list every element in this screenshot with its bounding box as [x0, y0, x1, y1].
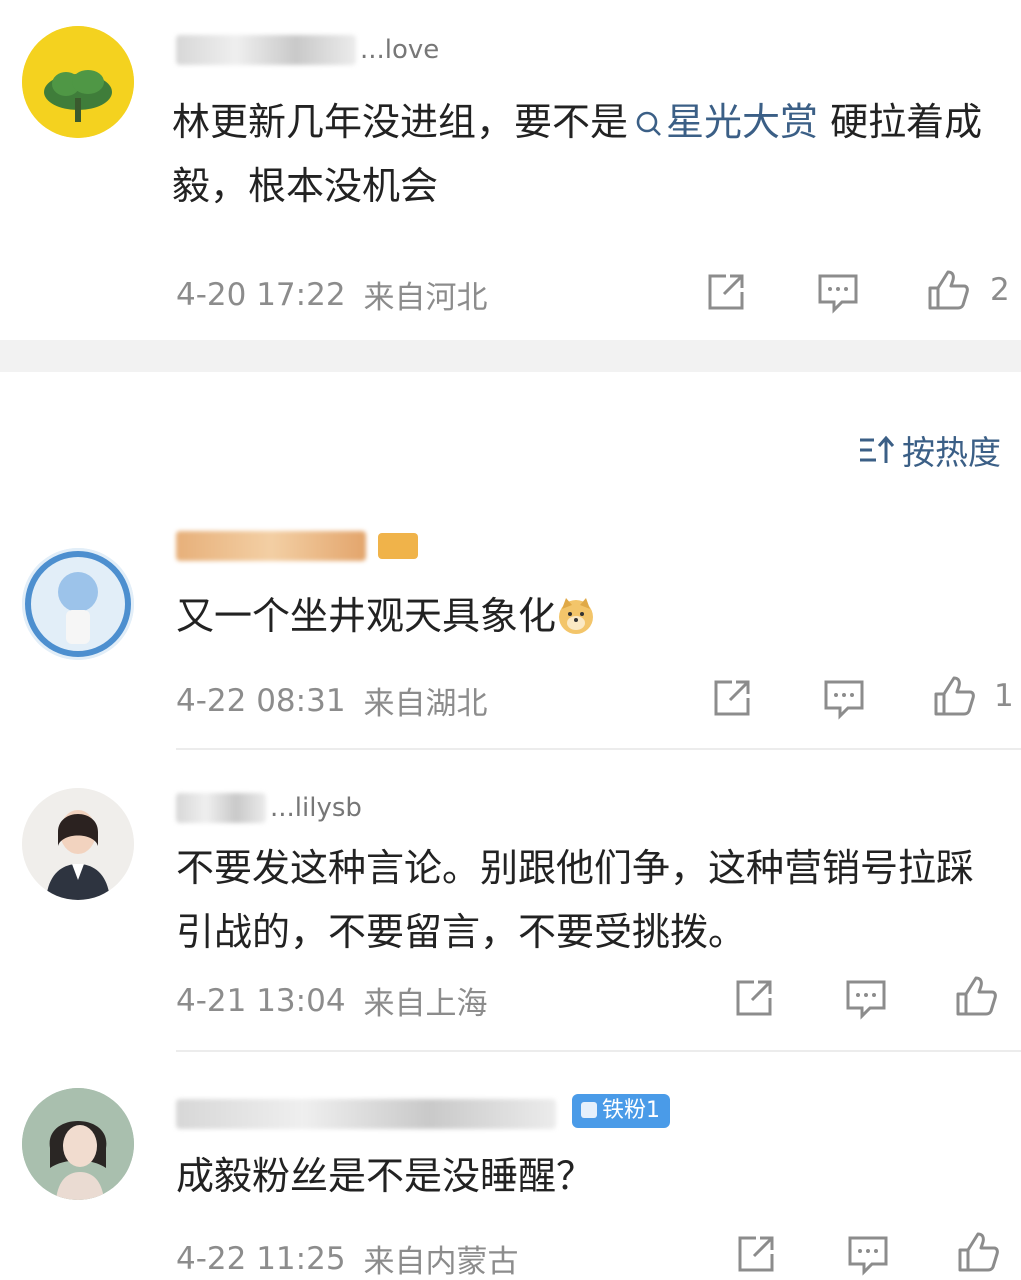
post-username[interactable]: ...love	[176, 30, 439, 70]
comment-button[interactable]	[846, 1232, 890, 1276]
comment-username[interactable]	[176, 526, 418, 566]
username-blur	[176, 531, 366, 561]
username-blur	[176, 1099, 556, 1129]
comment-time: 4-22 08:31	[176, 682, 346, 719]
avatar[interactable]	[22, 548, 134, 660]
sort-icon	[860, 435, 895, 463]
comment-time: 4-21 13:04	[176, 982, 346, 1019]
post-content: 林更新几年没进组，要不是 星光大赏 硬拉着成毅，根本没机会	[172, 90, 992, 218]
share-icon	[736, 980, 772, 1016]
comment-button[interactable]	[822, 676, 866, 720]
thumbs-up-icon	[934, 676, 975, 716]
comment-item: ...lilysb 不要发这种言论。别跟他们争，这种营销号拉踩引战的，不要留言，…	[0, 770, 1021, 1052]
comment-location: 来自内蒙古	[363, 1244, 519, 1280]
comment-icon	[846, 980, 886, 1020]
like-count: 1	[994, 678, 1014, 714]
woman-portrait-avatar-icon	[22, 1088, 134, 1200]
avatar[interactable]	[22, 1088, 134, 1200]
comment-content: 不要发这种言论。别跟他们争，这种营销号拉踩引战的，不要留言，不要受挑拨。	[176, 846, 975, 954]
avatar[interactable]	[22, 26, 134, 138]
woman-portrait-avatar-icon	[22, 788, 134, 900]
comment-location: 来自上海	[363, 986, 488, 1022]
topic-link[interactable]: 星光大赏	[628, 100, 818, 144]
comment-content: 又一个坐井观天具象化	[176, 584, 996, 648]
share-button[interactable]	[710, 676, 754, 720]
topic-text: 星光大赏	[666, 100, 819, 144]
share-icon	[714, 680, 750, 716]
username-blur	[176, 793, 266, 823]
share-button[interactable]	[734, 1232, 778, 1276]
fan-badge-label: 铁粉1	[602, 1098, 660, 1123]
share-button[interactable]	[732, 976, 776, 1020]
section-divider	[0, 340, 1021, 372]
comment-button[interactable]	[844, 976, 888, 1020]
sort-label: 按热度	[902, 433, 1001, 472]
share-button[interactable]	[704, 270, 748, 314]
comment-item: 又一个坐井观天具象化 4-22 08:31 来自湖北 1	[0, 520, 1021, 750]
comment-username[interactable]	[176, 1094, 556, 1134]
comment-username[interactable]: ...lilysb	[176, 788, 362, 828]
comment-button[interactable]	[816, 270, 860, 314]
comment-icon	[848, 1236, 888, 1276]
post-text-pre: 林更新几年没进组，要不是	[172, 100, 629, 144]
post-time: 4-20 17:22	[176, 276, 346, 313]
like-button[interactable]	[956, 1230, 1000, 1274]
like-button[interactable]	[926, 268, 970, 312]
post-card: ...love 林更新几年没进组，要不是 星光大赏 硬拉着成毅，根本没机会 4-2…	[0, 0, 1021, 340]
comment-meta: 4-22 08:31 来自湖北	[176, 678, 488, 723]
post-location: 来自河北	[363, 280, 488, 316]
comment-time: 4-22 11:25	[176, 1240, 346, 1277]
vip-badge	[378, 533, 418, 559]
post-meta: 4-20 17:22 来自河北	[176, 272, 488, 317]
divider	[176, 1050, 1021, 1052]
sort-by-hot-button[interactable]: 按热度	[858, 428, 1001, 472]
comment-content: 成毅粉丝是不是没睡醒？	[176, 1154, 595, 1198]
avatar[interactable]	[22, 788, 134, 900]
comment-icon	[824, 680, 864, 720]
share-icon	[738, 1236, 774, 1272]
tree-avatar-icon	[22, 26, 134, 138]
comment-meta: 4-21 13:04 来自上海	[176, 978, 488, 1023]
divider	[176, 748, 1021, 750]
comment-icon	[818, 274, 858, 314]
comment-text: 又一个坐井观天具象化	[176, 594, 557, 638]
share-icon	[708, 274, 744, 310]
like-button[interactable]	[954, 974, 998, 1018]
like-count: 2	[990, 272, 1010, 308]
thumbs-up-icon	[956, 976, 997, 1016]
thumbs-up-icon	[958, 1232, 999, 1272]
like-button[interactable]	[932, 674, 976, 718]
anime-avatar-icon	[22, 548, 134, 660]
thumbs-up-icon	[928, 270, 969, 310]
fan-badge: 铁粉1	[572, 1094, 670, 1128]
comment-location: 来自湖北	[363, 686, 488, 722]
doge-emoji-icon	[559, 598, 594, 634]
username-blur	[176, 35, 356, 65]
comment-meta: 4-22 11:25 来自内蒙古	[176, 1236, 519, 1280]
comment-item: 铁粉1 成毅粉丝是不是没睡醒？ 4-22 11:25 来自内蒙古	[0, 1072, 1021, 1280]
search-icon	[636, 111, 661, 136]
